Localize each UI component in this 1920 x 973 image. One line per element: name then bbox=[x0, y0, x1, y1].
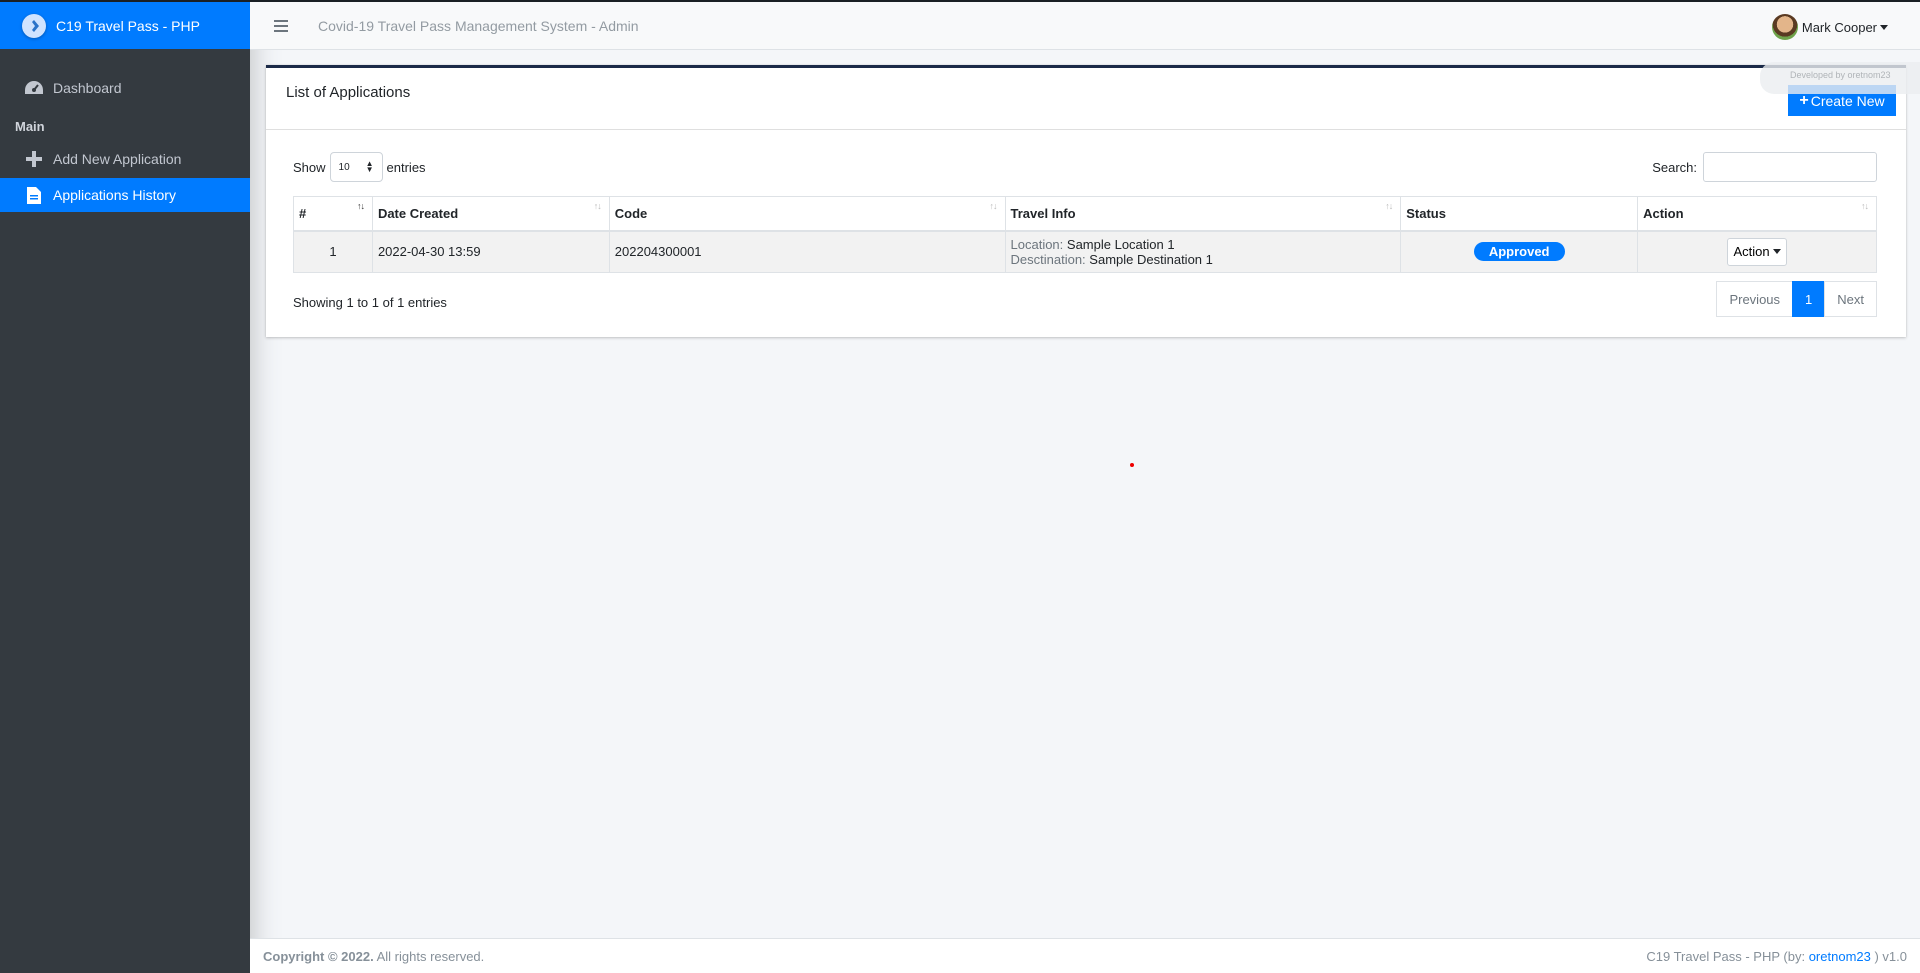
credits-suffix: ) v1.0 bbox=[1874, 948, 1907, 964]
sort-icon: ↑↓ bbox=[593, 201, 602, 211]
entries-value: 10 bbox=[338, 161, 350, 173]
cell-date-created: 2022-04-30 13:59 bbox=[371, 230, 610, 273]
brand-link[interactable]: C19 Travel Pass - PHP bbox=[0, 0, 250, 49]
sort-icon: ↑↓ bbox=[356, 201, 365, 211]
credits-prefix: C19 Travel Pass - PHP (by: bbox=[1646, 948, 1806, 964]
sort-icon: ↑↓ bbox=[989, 201, 998, 211]
brand-name: C19 Travel Pass - PHP bbox=[56, 17, 200, 34]
developer-note: Developed by oretnom23 bbox=[1760, 62, 1920, 94]
page-1-button[interactable]: 1 bbox=[1792, 281, 1826, 317]
show-label: Show bbox=[293, 159, 326, 175]
sidebar-item-label: Add New Application bbox=[53, 151, 182, 167]
footer-credits: C19 Travel Pass - PHP (by: oretnom23 ) v… bbox=[1646, 949, 1907, 964]
action-dropdown-button[interactable]: Action bbox=[1727, 237, 1787, 266]
previous-page-button[interactable]: Previous bbox=[1716, 281, 1794, 317]
status-badge: Approved bbox=[1473, 242, 1565, 262]
entries-select[interactable]: 10 ▲ ▼ bbox=[329, 152, 383, 182]
brand-logo-icon bbox=[22, 13, 46, 38]
table-header-row: # ↑↓ Date Created ↑↓ Code ↑↓ Travel Info ↑↓ … bbox=[293, 196, 1877, 232]
author-link[interactable]: oretnom23 bbox=[1809, 949, 1871, 964]
plus-icon bbox=[24, 149, 44, 169]
header-label: # bbox=[299, 205, 307, 221]
card-header: List of Applications + Create New bbox=[266, 68, 1906, 130]
footer: Copyright © 2022. All rights reserved. C… bbox=[250, 938, 1920, 973]
entries-label: entries bbox=[386, 159, 426, 175]
header-label: Status bbox=[1406, 205, 1446, 221]
action-label: Action bbox=[1733, 244, 1770, 260]
header-label: Travel Info bbox=[1010, 205, 1076, 221]
sort-arrows-icon: ▲ ▼ bbox=[365, 159, 374, 174]
destination-value: Sample Destination 1 bbox=[1089, 251, 1213, 267]
caret-down-icon bbox=[1880, 24, 1888, 30]
header-label: Code bbox=[614, 205, 648, 221]
cursor-dot bbox=[1130, 463, 1134, 467]
sidebar-item-label: Applications History bbox=[53, 187, 176, 203]
avatar bbox=[1771, 14, 1798, 40]
system-title: Covid-19 Travel Pass Management System -… bbox=[318, 17, 639, 34]
top-navbar: Covid-19 Travel Pass Management System -… bbox=[250, 0, 1920, 50]
create-new-label: Create New bbox=[1810, 92, 1885, 109]
page-title: List of Applications bbox=[286, 84, 411, 101]
sidebar: C19 Travel Pass - PHP Dashboard Main Add… bbox=[0, 0, 250, 973]
search-label: Search: bbox=[1652, 159, 1697, 175]
footer-copyright: Copyright © 2022. All rights reserved. bbox=[263, 949, 484, 964]
cell-action: Action bbox=[1637, 230, 1877, 273]
column-header-num[interactable]: # ↑↓ bbox=[293, 196, 373, 232]
sidebar-item-label: Dashboard bbox=[53, 80, 122, 96]
cell-num: 1 bbox=[293, 230, 373, 273]
plus-icon: + bbox=[1799, 91, 1809, 109]
column-header-status[interactable]: Status bbox=[1400, 196, 1639, 232]
column-header-date-created[interactable]: Date Created ↑↓ bbox=[371, 196, 610, 232]
header-label: Date Created bbox=[377, 205, 459, 221]
column-header-code[interactable]: Code ↑↓ bbox=[608, 196, 1006, 232]
copyright-bold: Copyright © 2022. bbox=[263, 948, 374, 964]
dashboard-icon bbox=[24, 78, 44, 98]
sort-icon: ↑↓ bbox=[1385, 201, 1393, 211]
table-controls: Show 10 ▲ ▼ entries Search: bbox=[293, 152, 1877, 184]
table-info: Showing 1 to 1 of 1 entries bbox=[293, 295, 447, 310]
destination-label: Desctination: bbox=[1010, 251, 1086, 267]
pagination: Previous 1 Next bbox=[1716, 281, 1877, 317]
table-row: 1 2022-04-30 13:59 202204300001 Location… bbox=[293, 230, 1877, 273]
sidebar-item-applications-history[interactable]: Applications History bbox=[0, 178, 250, 212]
column-header-travel-info[interactable]: Travel Info ↑↓ bbox=[1004, 196, 1402, 232]
next-page-button[interactable]: Next bbox=[1824, 281, 1877, 317]
user-name: Mark Cooper bbox=[1801, 19, 1877, 35]
document-icon bbox=[24, 185, 44, 205]
location-label: Location: bbox=[1010, 236, 1064, 252]
column-header-action[interactable]: Action ↑↓ bbox=[1637, 196, 1877, 232]
location-value: Sample Location 1 bbox=[1066, 236, 1175, 252]
sidebar-section-header: Main bbox=[15, 119, 45, 134]
search-input[interactable] bbox=[1703, 152, 1877, 182]
copyright-rest: All rights reserved. bbox=[376, 948, 485, 964]
applications-table: # ↑↓ Date Created ↑↓ Code ↑↓ Travel Info ↑↓ … bbox=[293, 196, 1877, 273]
cell-code: 202204300001 bbox=[608, 230, 1006, 273]
user-menu[interactable]: Mark Cooper bbox=[1771, 14, 1888, 40]
sort-icon: ↑↓ bbox=[1861, 201, 1869, 211]
caret-down-icon bbox=[1772, 249, 1781, 255]
sidebar-nav: Dashboard Main Add New Application Appli… bbox=[0, 49, 250, 212]
applications-card: List of Applications + Create New Show 1… bbox=[266, 65, 1906, 337]
cell-travel-info: Location: Sample Location 1 Desctination… bbox=[1004, 230, 1402, 273]
page-length-control: Show 10 ▲ ▼ entries bbox=[293, 152, 426, 182]
menu-toggle-icon[interactable] bbox=[274, 17, 288, 35]
header-label: Action bbox=[1643, 205, 1684, 221]
cell-status: Approved bbox=[1400, 230, 1639, 273]
sidebar-item-dashboard[interactable]: Dashboard bbox=[0, 71, 250, 105]
search-control: Search: bbox=[1652, 152, 1877, 182]
sidebar-item-add-new-application[interactable]: Add New Application bbox=[0, 142, 250, 176]
